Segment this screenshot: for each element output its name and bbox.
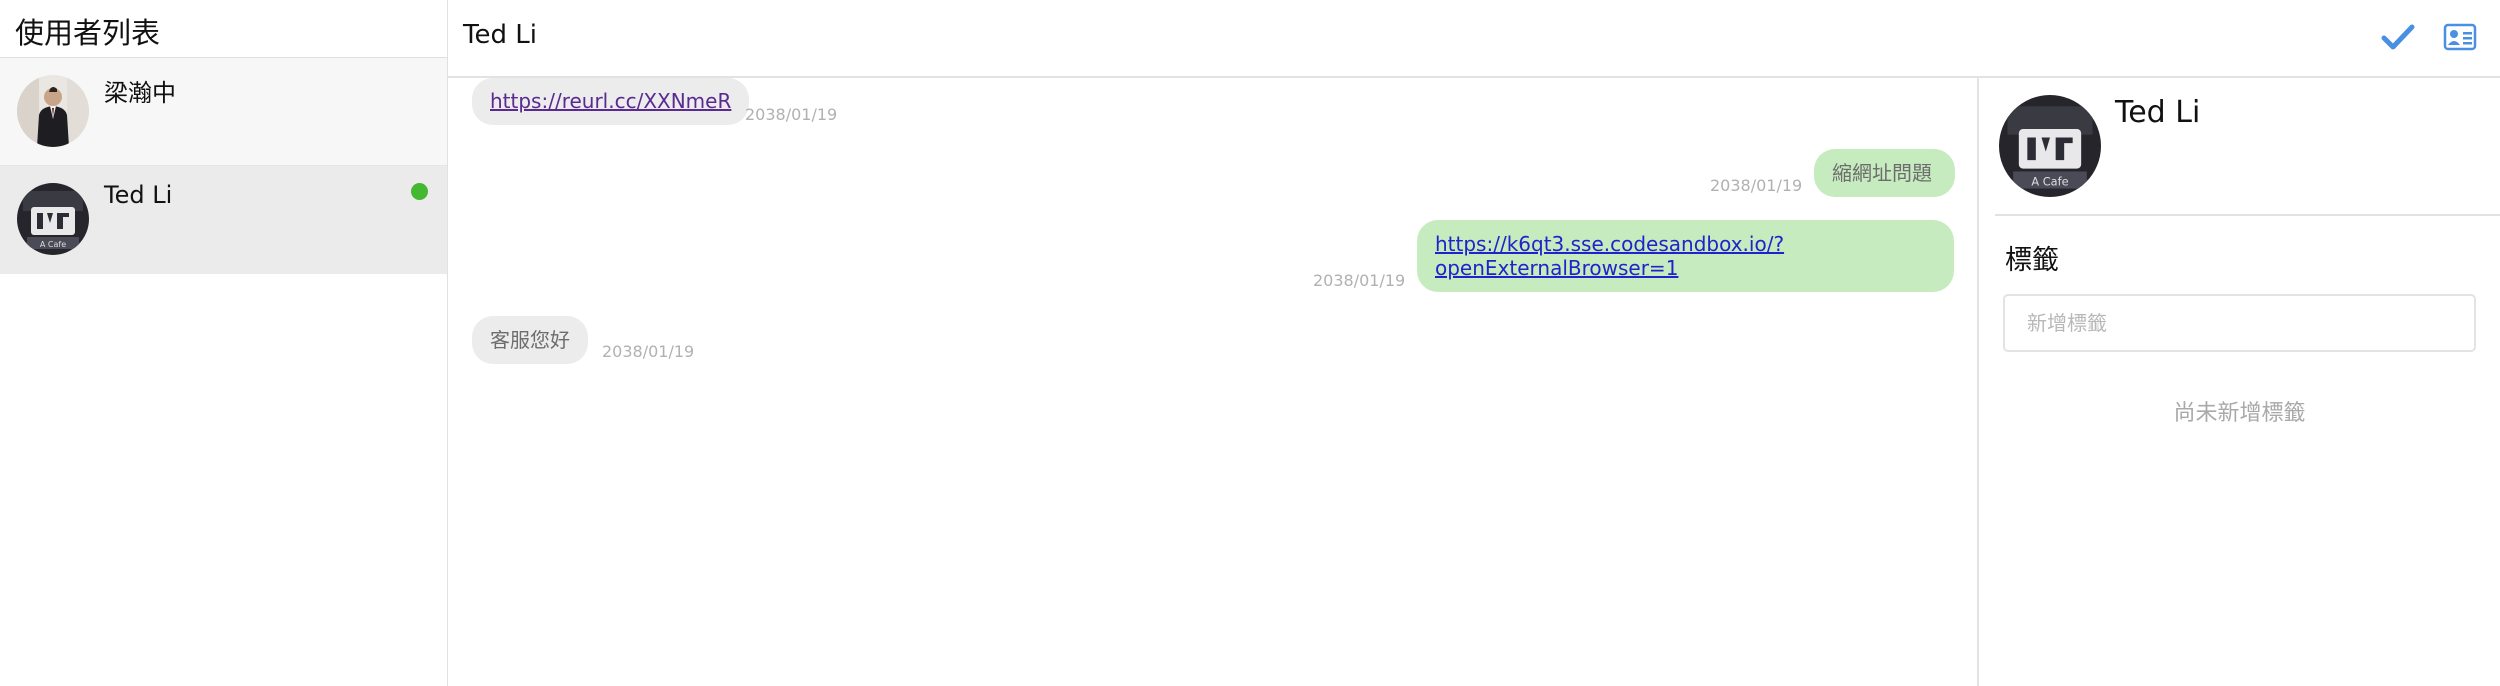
message-link[interactable]: https://reurl.cc/XXNmeR (490, 89, 731, 113)
tags-heading: 標籤 (2005, 245, 2059, 276)
empty-tags-message: 尚未新增標籤 (2173, 401, 2306, 426)
online-status-dot (411, 183, 428, 200)
divider (1995, 214, 2500, 216)
user-name: 梁瀚中 (104, 79, 176, 107)
sidebar-title: 使用者列表 (15, 16, 161, 50)
user-list-sidebar: 使用者列表 梁瀚中 A Cafe Ted Li (0, 0, 448, 686)
user-list-item[interactable]: A Cafe Ted Li (0, 166, 447, 274)
message-list[interactable]: https://reurl.cc/XXNmeR 2038/01/19 2038/… (448, 78, 1979, 686)
message-timestamp: 2038/01/19 (1710, 176, 1803, 195)
checkmark-icon[interactable] (2381, 22, 2415, 52)
message-text: 客服您好 (490, 328, 570, 352)
sidebar-header: 使用者列表 (0, 0, 447, 58)
message-link-line: https://k6qt3.sse.codesandbox.io/? (1435, 232, 1785, 256)
outgoing-message-bubble: 縮網址問題 (1814, 149, 1955, 197)
message-link-line: openExternalBrowser=1 (1435, 256, 1679, 280)
profile-avatar: A Cafe (1999, 95, 2101, 197)
chat-header: Ted Li (448, 0, 2500, 78)
chat-title: Ted Li (463, 20, 537, 50)
profile-name: Ted Li (2115, 95, 2201, 130)
user-list-item[interactable]: 梁瀚中 (0, 58, 447, 166)
message-timestamp: 2038/01/19 (1313, 271, 1406, 290)
incoming-message-bubble: 客服您好 (472, 316, 588, 364)
user-name: Ted Li (104, 181, 173, 209)
message-timestamp: 2038/01/19 (602, 342, 695, 361)
user-avatar (17, 75, 89, 147)
incoming-message-bubble: https://reurl.cc/XXNmeR (472, 78, 750, 125)
user-avatar: A Cafe (17, 183, 89, 255)
svg-text:A Cafe: A Cafe (40, 240, 66, 249)
message-timestamp: 2038/01/19 (745, 105, 838, 124)
message-text: 縮網址問題 (1832, 161, 1932, 185)
user-profile-panel: A Cafe Ted Li 標籤 尚未新增標籤 (1981, 78, 2500, 686)
contact-card-icon[interactable] (2443, 22, 2477, 52)
outgoing-message-bubble: https://k6qt3.sse.codesandbox.io/? openEx… (1417, 220, 1954, 292)
message-link[interactable]: https://k6qt3.sse.codesandbox.io/? openEx… (1435, 232, 1784, 280)
svg-text:A Cafe: A Cafe (2031, 175, 2068, 189)
add-tag-input[interactable] (2003, 294, 2476, 352)
